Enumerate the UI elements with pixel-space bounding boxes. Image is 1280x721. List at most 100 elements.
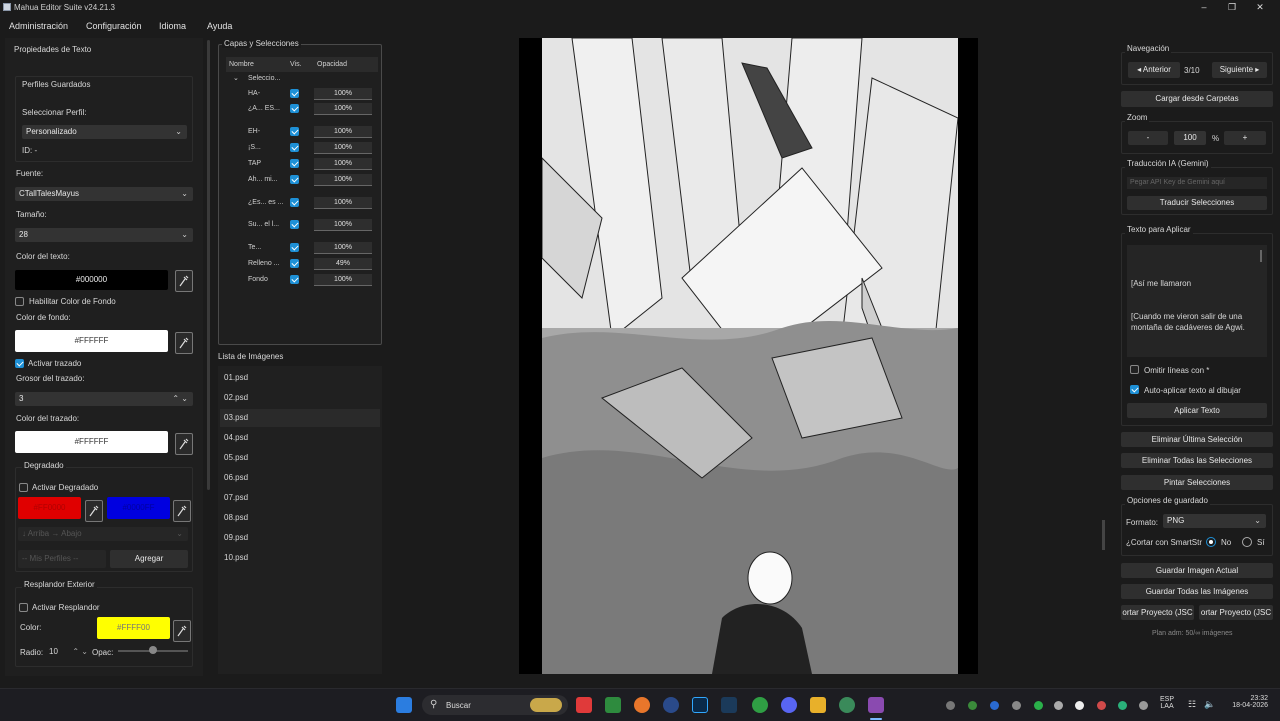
tray-icon-1[interactable]: [946, 701, 955, 710]
export-project-button-2[interactable]: ortar Proyecto (JSC: [1199, 605, 1273, 620]
zoom-in-button[interactable]: +: [1224, 131, 1266, 145]
layer-name[interactable]: Ah... mi...: [248, 175, 284, 184]
apply-textarea[interactable]: [Así me llamaron [Cuando me vieron salir…: [1127, 245, 1267, 357]
layer-name[interactable]: ¿Es... es ...: [248, 198, 284, 207]
right-splitter[interactable]: [1102, 520, 1105, 550]
layer-opacity-input[interactable]: 100%: [314, 103, 372, 115]
layer-name[interactable]: Su... el l...: [248, 220, 284, 229]
firefox-icon[interactable]: [634, 697, 650, 713]
layer-opacity-input[interactable]: 100%: [314, 158, 372, 170]
file-explorer-icon[interactable]: [810, 697, 826, 713]
tray-icon-7[interactable]: [1075, 701, 1084, 710]
image-file-item[interactable]: 01.psd: [224, 373, 248, 382]
image-file-item[interactable]: 04.psd: [224, 433, 248, 442]
image-file-item[interactable]: 08.psd: [224, 513, 248, 522]
paint-selections-button[interactable]: Pintar Selecciones: [1121, 475, 1273, 490]
discord-icon[interactable]: [781, 697, 797, 713]
stroke-color-swatch[interactable]: #FFFFFF: [15, 431, 168, 453]
bg-color-swatch[interactable]: #FFFFFF: [15, 330, 168, 352]
glow-color-swatch[interactable]: #FFFF00: [97, 617, 170, 639]
layer-name[interactable]: EH-: [248, 127, 284, 136]
chrome-icon[interactable]: [752, 697, 768, 713]
gradient-color2-swatch[interactable]: #0000FF: [107, 497, 170, 519]
gradient-profiles-select[interactable]: -- Mis Perfiles --: [18, 550, 106, 568]
layer-opacity-input[interactable]: 100%: [314, 242, 372, 254]
smartstitch-yes-radio[interactable]: [1242, 537, 1252, 547]
load-folders-button[interactable]: Cargar desde Carpetas: [1121, 91, 1273, 107]
glow-radius-spinner[interactable]: 10 ⌃ ⌄: [46, 645, 90, 659]
layer-name[interactable]: ¡S...: [248, 143, 284, 152]
layer-opacity-input[interactable]: 100%: [314, 126, 372, 138]
prev-button[interactable]: ◂ Anterior: [1128, 62, 1180, 78]
layer-opacity-input[interactable]: 100%: [314, 219, 372, 231]
photoshop-icon[interactable]: [692, 697, 708, 713]
bg-color-checkbox[interactable]: [15, 297, 24, 306]
layer-name[interactable]: ¿A... ES...: [248, 104, 284, 113]
layer-visibility-checkbox[interactable]: [290, 143, 299, 152]
tray-icon-2[interactable]: [968, 701, 977, 710]
clock[interactable]: 23:32 18-04-2026: [1228, 695, 1268, 709]
layer-visibility-checkbox[interactable]: [290, 104, 299, 113]
volume-icon[interactable]: 🔈: [1204, 699, 1215, 710]
layer-name[interactable]: Fondo: [248, 275, 284, 284]
glow-opacity-slider-handle[interactable]: [149, 646, 157, 654]
manga-page-image[interactable]: [542, 38, 958, 674]
eyedropper-icon[interactable]: [173, 500, 191, 522]
close-button[interactable]: ✕: [1253, 1, 1267, 13]
menu-ayuda[interactable]: Ayuda: [207, 21, 232, 31]
app-icon-c[interactable]: [663, 697, 679, 713]
tray-icon-8[interactable]: [1097, 701, 1106, 710]
smartstitch-no-radio[interactable]: [1206, 537, 1216, 547]
save-all-images-button[interactable]: Guardar Todas las Imágenes: [1121, 584, 1273, 599]
menu-configuracion[interactable]: Configuración: [86, 21, 142, 31]
image-file-item[interactable]: 10.psd: [224, 553, 248, 562]
font-select[interactable]: CTallTalesMayus ⌄: [15, 187, 193, 201]
apply-text-button[interactable]: Aplicar Texto: [1127, 403, 1267, 418]
tray-icon-9[interactable]: [1118, 701, 1127, 710]
stroke-checkbox[interactable]: [15, 359, 24, 368]
layer-visibility-checkbox[interactable]: [290, 159, 299, 168]
api-key-input[interactable]: Pegar API Key de Gemini aquí: [1127, 177, 1267, 189]
maximize-button[interactable]: ❐: [1225, 1, 1239, 13]
language-indicator[interactable]: ESP LAA: [1160, 696, 1174, 710]
app-icon-teal[interactable]: [839, 697, 855, 713]
layer-name[interactable]: HA-: [248, 89, 284, 98]
app-icon-blue[interactable]: [721, 697, 737, 713]
next-button[interactable]: Siguiente ▸: [1212, 62, 1267, 78]
eyedropper-icon[interactable]: [175, 433, 193, 455]
layer-opacity-input[interactable]: 100%: [314, 88, 372, 100]
image-file-item[interactable]: 02.psd: [224, 393, 248, 402]
tray-icon-4[interactable]: [1012, 701, 1021, 710]
size-select[interactable]: 28 ⌄: [15, 228, 193, 242]
export-project-button-1[interactable]: ortar Proyecto (JSC: [1121, 605, 1194, 620]
layer-opacity-input[interactable]: 100%: [314, 142, 372, 154]
eyedropper-icon[interactable]: [175, 270, 193, 292]
auto-apply-checkbox[interactable]: [1130, 385, 1139, 394]
layer-visibility-checkbox[interactable]: [290, 220, 299, 229]
stroke-width-spinner[interactable]: 3 ⌃ ⌄: [15, 392, 193, 406]
gradient-color1-swatch[interactable]: #FF0000: [18, 497, 81, 519]
delete-all-selections-button[interactable]: Eliminar Todas las Selecciones: [1121, 453, 1273, 468]
layer-opacity-input[interactable]: 100%: [314, 274, 372, 286]
image-file-item[interactable]: 07.psd: [224, 493, 248, 502]
layer-name[interactable]: TAP: [248, 159, 284, 168]
windows-start-icon[interactable]: [396, 697, 412, 713]
layer-visibility-checkbox[interactable]: [290, 243, 299, 252]
gradient-direction-select[interactable]: ↓ Arriba → Abajo ⌄: [18, 527, 188, 541]
layer-visibility-checkbox[interactable]: [290, 198, 299, 207]
app-icon-red[interactable]: [576, 697, 592, 713]
layer-opacity-input[interactable]: 100%: [314, 174, 372, 186]
collapse-arrow-icon[interactable]: ⌄: [233, 74, 239, 82]
mahua-editor-icon[interactable]: [868, 697, 884, 713]
app-icon-green[interactable]: [605, 697, 621, 713]
layer-visibility-checkbox[interactable]: [290, 275, 299, 284]
microphone-icon[interactable]: [1139, 701, 1148, 710]
tray-icon-5[interactable]: [1034, 701, 1043, 710]
eyedropper-icon[interactable]: [173, 620, 191, 642]
layer-visibility-checkbox[interactable]: [290, 89, 299, 98]
delete-last-selection-button[interactable]: Eliminar Última Selección: [1121, 432, 1273, 447]
gradient-checkbox[interactable]: [19, 483, 28, 492]
image-file-item[interactable]: 06.psd: [224, 473, 248, 482]
layer-visibility-checkbox[interactable]: [290, 259, 299, 268]
tray-icon-3[interactable]: [990, 701, 999, 710]
